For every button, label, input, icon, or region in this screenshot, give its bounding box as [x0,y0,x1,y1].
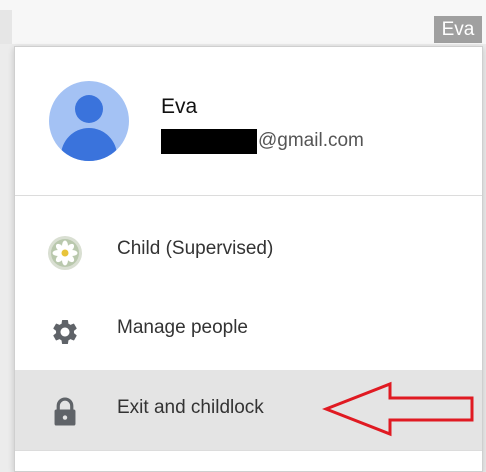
person-avatar-icon[interactable] [49,81,129,161]
daisy-flower-avatar-icon [47,235,83,271]
menu-item-label: Manage people [117,317,248,338]
profile-name: Eva [161,95,198,118]
lock-icon [47,394,83,430]
email-redaction-box [161,128,257,154]
profile-email: @gmail.com [161,126,364,156]
avatar-shoulders [61,128,117,161]
menu-item-label: Exit and childlock [117,397,264,418]
profile-avatar-button[interactable]: Eva [434,16,482,43]
menu-item-label: Child (Supervised) [117,238,274,259]
red-annotation-arrow [322,381,474,437]
profile-header: Eva @gmail.com [15,47,482,196]
menu-item-manage-people[interactable]: Manage people [15,290,482,370]
menu-item-child-supervised[interactable]: Child (Supervised) [15,211,482,291]
toolbar-edge [0,10,12,44]
email-domain: @gmail.com [258,130,364,151]
avatar-head [75,95,103,123]
browser-toolbar-strip: Eva [0,0,486,44]
menu-divider [15,450,482,451]
gear-icon [47,314,83,350]
